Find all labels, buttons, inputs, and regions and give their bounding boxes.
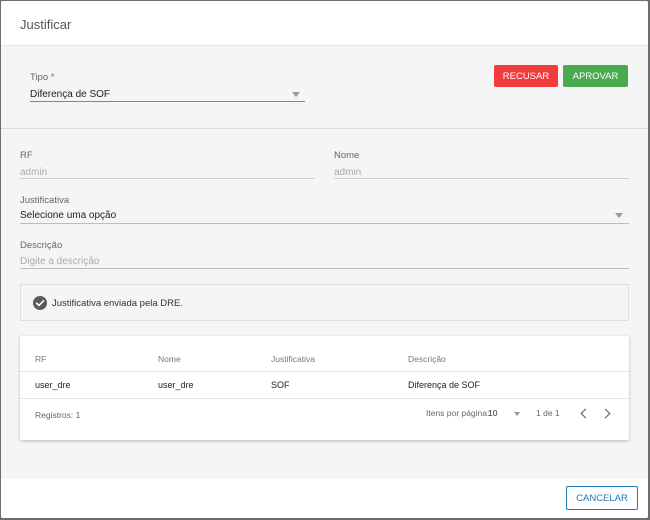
rf-label: RF	[20, 150, 33, 161]
tipo-label: Tipo *	[30, 72, 54, 83]
justificativa-label: Justificativa	[20, 195, 70, 206]
col-header-descricao: Descrição	[408, 354, 446, 364]
page-range: 1 de 1	[536, 408, 560, 418]
dialog-header: Justificar	[1, 1, 648, 46]
col-header-justificativa: Justificativa	[271, 354, 315, 364]
tipo-label-text: Tipo	[30, 72, 49, 83]
per-page-select[interactable]: 10	[488, 408, 497, 418]
section-divider	[1, 128, 648, 129]
cell-justificativa: SOF	[271, 380, 290, 390]
prev-page-icon[interactable]	[580, 408, 591, 419]
records-count: Registros: 1	[35, 410, 81, 420]
row-divider	[20, 398, 629, 399]
required-mark: *	[50, 72, 55, 83]
justificativa-dropdown-caret-icon[interactable]	[615, 213, 623, 218]
header-divider	[20, 371, 629, 372]
next-page-icon[interactable]	[600, 408, 611, 419]
col-header-rf: RF	[35, 354, 47, 364]
recusar-button[interactable]: RECUSAR	[494, 65, 558, 87]
justificativa-select[interactable]: Selecione uma opção	[20, 210, 116, 221]
tipo-select-value[interactable]: Diferença de SOF	[30, 89, 110, 100]
per-page-label: Itens por página:	[426, 408, 490, 418]
descricao-label: Descrição	[20, 240, 63, 251]
justificativa-underline	[20, 223, 629, 224]
col-header-nome: Nome	[158, 354, 181, 364]
dre-notice: Justificativa enviada pela DRE.	[20, 284, 629, 321]
rf-underline	[20, 178, 315, 179]
per-page-caret-icon[interactable]	[514, 412, 520, 416]
rf-field[interactable]: admin	[20, 167, 47, 178]
descricao-underline	[20, 268, 629, 269]
descricao-input[interactable]: Digite a descrição	[20, 256, 99, 267]
justificar-dialog: Justificar Tipo * Diferença de SOF RECUS…	[1, 1, 648, 518]
cell-nome: user_dre	[158, 380, 194, 390]
nome-field[interactable]: admin	[334, 167, 361, 178]
cancel-button[interactable]: CANCELAR	[566, 486, 638, 510]
nome-underline	[334, 178, 629, 179]
tipo-dropdown-caret-icon[interactable]	[292, 92, 300, 97]
dialog-title: Justificar	[20, 17, 72, 32]
cell-descricao: Diferença de SOF	[408, 380, 481, 390]
dialog-body: Tipo * Diferença de SOF RECUSAR APROVAR …	[1, 46, 648, 479]
tipo-select-underline	[30, 101, 305, 102]
aprovar-button[interactable]: APROVAR	[563, 65, 628, 87]
history-table: RF Nome Justificativa Descrição user_dre…	[20, 336, 629, 440]
cell-rf: user_dre	[35, 380, 71, 390]
notice-text: Justificativa enviada pela DRE.	[52, 298, 183, 309]
check-circle-icon	[33, 296, 47, 310]
dialog-footer	[1, 479, 648, 518]
nome-label: Nome	[334, 150, 360, 161]
